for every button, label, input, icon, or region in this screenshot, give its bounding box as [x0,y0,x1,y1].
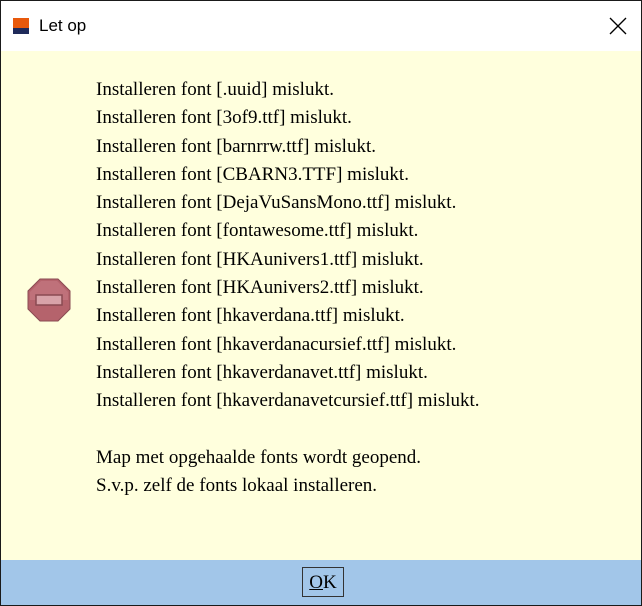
stop-sign-icon [27,278,71,322]
message-line: Installeren font [HKAunivers2.ttf] mislu… [96,277,424,299]
button-bar: OK [1,560,641,605]
title-bar[interactable]: Let op [1,1,641,51]
ok-label-rest: K [323,572,337,593]
message-line: Installeren font [barnrrw.ttf] mislukt. [96,135,376,157]
message-footer-line: S.v.p. zelf de fonts lokaal installeren. [96,475,378,497]
message-text: Installeren font [.uuid] mislukt. Instal… [96,76,636,500]
message-line: Installeren font [.uuid] mislukt. [96,79,334,100]
message-line: Installeren font [hkaverdana.ttf] misluk… [96,305,405,327]
message-line: Installeren font [hkaverdanacursief.ttf]… [96,333,457,355]
app-icon [13,18,29,34]
message-line: Installeren font [HKAunivers1.ttf] mislu… [96,248,424,270]
message-line: Installeren font [CBARN3.TTF] mislukt. [96,163,409,185]
message-footer-line: Map met opgehaalde fonts wordt geopend. [96,446,422,468]
message-line: Installeren font [hkaverdanavet.ttf] mis… [96,361,428,383]
ok-button[interactable]: OK [302,567,344,597]
message-line: Installeren font [hkaverdanavetcursief.t… [96,390,480,412]
message-line: Installeren font [fontawesome.ttf] mislu… [96,220,419,242]
message-area: Installeren font [.uuid] mislukt. Instal… [1,51,641,560]
window-title: Let op [39,16,87,35]
message-spacer [96,416,636,444]
ok-accelerator: O [309,572,323,593]
message-line: Installeren font [DejaVuSansMono.ttf] mi… [96,192,457,214]
app-icon-bar [13,28,29,34]
message-line: Installeren font [3of9.ttf] mislukt. [96,107,352,129]
close-icon [609,17,627,35]
dialog-window: Let op Installeren font [.uuid] mislukt.… [0,0,642,606]
close-button[interactable] [595,1,641,51]
